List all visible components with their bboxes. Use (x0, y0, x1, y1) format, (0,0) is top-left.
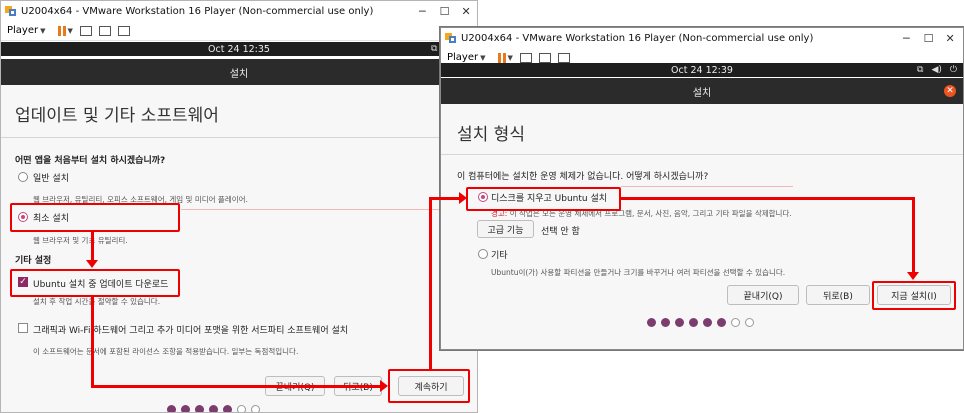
arrow-down-icon (907, 272, 919, 280)
arrow-right-icon (459, 192, 467, 204)
page-title: 설치 형식 (457, 125, 525, 145)
normal-install-radio[interactable] (18, 172, 28, 182)
progress-dot (703, 318, 712, 327)
progress-dot (689, 318, 698, 327)
maximize-icon[interactable]: ☐ (924, 32, 934, 45)
arrow-right-icon (380, 380, 388, 392)
third-party-label[interactable]: 그래픽과 Wi-Fi 하드웨어 그리고 추가 미디어 포맷을 위한 서드파티 소… (33, 323, 348, 336)
arrow-line (429, 197, 461, 200)
unity-icon[interactable] (557, 52, 570, 63)
pause-icon[interactable] (497, 52, 506, 63)
ubuntu-top-bar: Oct 24 12:35 ⧉◀)⏻ (1, 42, 477, 56)
progress-dot (647, 318, 656, 327)
minimize-icon[interactable]: ─ (419, 5, 426, 18)
advanced-status: 선택 안 함 (541, 227, 580, 237)
close-icon[interactable]: ✕ (462, 5, 471, 18)
maximize-icon[interactable]: ☐ (440, 5, 450, 18)
pause-icon[interactable] (57, 25, 66, 36)
progress-dot (731, 318, 740, 327)
progress-dot (167, 405, 176, 412)
arrow-down-icon (86, 260, 98, 268)
selection-line (181, 209, 477, 210)
normal-install-label[interactable]: 일반 설치 (33, 171, 69, 184)
arrow-line (91, 385, 383, 388)
arrow-line (621, 197, 915, 200)
vm-toolbar: Player ▼ ▼ (1, 21, 477, 41)
quit-button[interactable]: 끝내기(Q) (727, 285, 799, 305)
fullscreen-icon[interactable] (538, 52, 551, 63)
divider (1, 137, 477, 138)
chevron-down-icon[interactable]: ▼ (68, 27, 73, 35)
other-label[interactable]: 기타 (491, 248, 508, 261)
arrow-line (91, 297, 94, 387)
network-icon[interactable]: ⧉ (917, 65, 923, 75)
send-ctrl-alt-del-icon[interactable] (519, 52, 532, 63)
send-ctrl-alt-del-icon[interactable] (79, 25, 92, 36)
ubuntu-top-bar: Oct 24 12:39 ⧉ ◀) ⏻ (441, 63, 963, 77)
other-settings-label: 기타 설정 (15, 256, 52, 266)
highlight-continue (388, 369, 470, 403)
progress-dot (675, 318, 684, 327)
download-updates-desc: 설치 후 작업 시간을 절약할 수 있습니다. (33, 297, 161, 306)
window-controls: ─ ☐ ✕ (419, 1, 471, 21)
arrow-line (429, 197, 432, 371)
close-icon[interactable]: ✕ (944, 85, 956, 97)
progress-dot (251, 405, 260, 412)
progress-dots (167, 405, 260, 412)
minimize-icon[interactable]: ─ (903, 32, 910, 45)
title-bar: U2004x64 - VMware Workstation 16 Player … (441, 28, 963, 48)
header-title: 설치 (692, 87, 712, 99)
vmware-logo-icon (444, 32, 458, 44)
progress-dot (223, 405, 232, 412)
highlight-install-now (872, 281, 956, 310)
progress-dots (647, 318, 754, 327)
close-icon[interactable]: ✕ (946, 32, 955, 45)
other-radio[interactable] (478, 249, 488, 259)
arrow-line (91, 232, 94, 262)
progress-dot (209, 405, 218, 412)
fullscreen-icon[interactable] (98, 25, 111, 36)
selection-line (621, 186, 793, 187)
divider (441, 154, 963, 155)
installer-body: 업데이트 및 기타 소프트웨어 어떤 앱을 처음부터 설치 하시겠습니까? 일반… (1, 85, 477, 412)
progress-dot (745, 318, 754, 327)
clock: Oct 24 12:35 (208, 43, 270, 55)
player-menu[interactable]: Player ▼ (7, 25, 46, 36)
window-controls: ─ ☐ ✕ (903, 28, 955, 48)
chevron-down-icon[interactable]: ▼ (508, 54, 513, 62)
network-icon[interactable]: ⧉ (431, 44, 437, 54)
back-button[interactable]: 뒤로(B) (806, 285, 870, 305)
installer-header: 설치 (1, 59, 477, 85)
question-label: 이 컴퓨터에는 설치한 운영 체제가 없습니다. 어떻게 하시겠습니까? (457, 172, 709, 182)
page-title: 업데이트 및 기타 소프트웨어 (15, 106, 219, 126)
arrow-line (912, 197, 915, 273)
progress-dot (181, 405, 190, 412)
window-title: U2004x64 - VMware Workstation 16 Player … (461, 32, 814, 44)
unity-icon[interactable] (117, 25, 130, 36)
volume-icon[interactable]: ◀) (931, 65, 941, 75)
power-icon[interactable]: ⏻ (950, 65, 957, 75)
other-desc: Ubuntu이(가) 사용할 파티션을 만들거나 크기를 바꾸거나 여러 파티션… (491, 268, 786, 277)
player-menu[interactable]: Player ▼ (447, 52, 486, 63)
window-title: U2004x64 - VMware Workstation 16 Player … (21, 5, 374, 17)
third-party-desc: 이 소프트웨어는 문서에 포함된 라이선스 조항을 적용받습니다. 일부는 독점… (33, 347, 299, 356)
progress-dot (661, 318, 670, 327)
advanced-features-button[interactable]: 고급 기능 (477, 220, 534, 238)
progress-dot (237, 405, 246, 412)
header-title: 설치 (229, 68, 249, 80)
installer-header: 설치 ✕ (441, 78, 963, 104)
highlight-erase-disk (466, 187, 621, 211)
highlight-download-updates (10, 269, 180, 297)
highlight-minimal-install (10, 203, 180, 232)
clock: Oct 24 12:39 (671, 64, 733, 76)
third-party-checkbox[interactable] (18, 323, 28, 333)
installer-body: 설치 형식 이 컴퓨터에는 설치한 운영 체제가 없습니다. 어떻게 하시겠습니… (441, 104, 963, 349)
progress-dot (195, 405, 204, 412)
progress-dot (717, 318, 726, 327)
vmware-logo-icon (4, 5, 18, 17)
minimal-install-desc: 웹 브라우저 및 기초 유틸리티. (33, 236, 128, 245)
question-label: 어떤 앱을 처음부터 설치 하시겠습니까? (15, 156, 166, 166)
title-bar: U2004x64 - VMware Workstation 16 Player … (1, 1, 477, 21)
